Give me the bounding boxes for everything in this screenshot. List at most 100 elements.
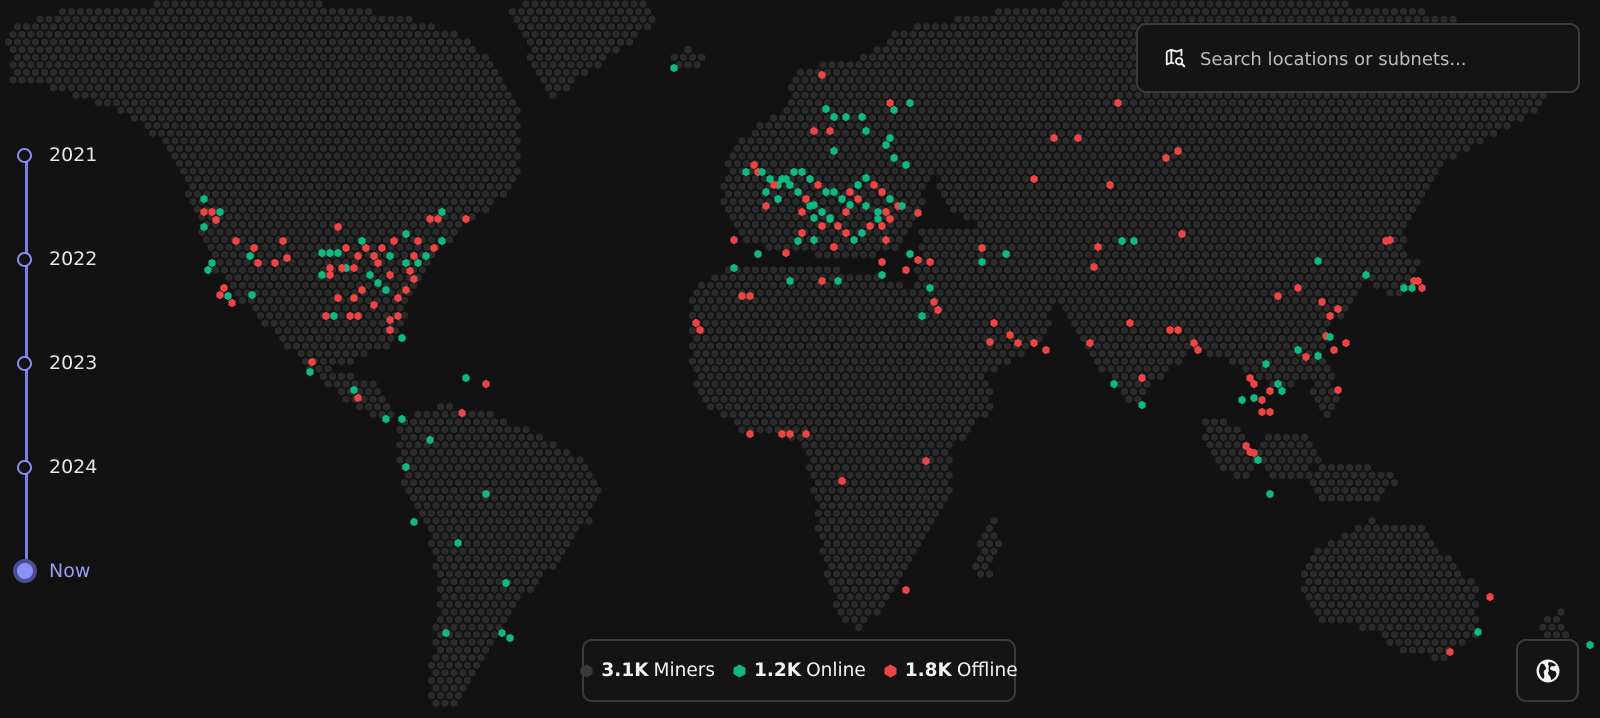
land-cell [257, 235, 264, 244]
land-cell [986, 311, 993, 320]
land-cell [1427, 98, 1434, 107]
land-cell [513, 136, 521, 145]
land-cell [374, 68, 381, 77]
land-cell [1013, 235, 1020, 244]
land-cell [180, 152, 188, 160]
land-cell [851, 311, 858, 320]
land-cell [1094, 7, 1101, 16]
land-cell [1251, 243, 1259, 252]
land-cell [351, 45, 359, 54]
land-cell [342, 45, 350, 54]
land-cell [347, 174, 354, 183]
land-cell [1139, 326, 1146, 335]
land-cell [1179, 319, 1187, 328]
land-cell [185, 159, 192, 168]
land-cell [1215, 273, 1223, 282]
land-cell [423, 197, 431, 206]
land-cell [1107, 30, 1115, 39]
land-cell [149, 98, 156, 107]
land-cell [338, 281, 345, 290]
land-cell [288, 273, 296, 282]
land-cell [783, 319, 791, 328]
land-cell [729, 288, 737, 297]
land-cell [995, 114, 1002, 122]
land-cell [378, 167, 386, 176]
land-cell [788, 190, 795, 198]
land-cell [1211, 266, 1218, 274]
land-cell [765, 167, 773, 176]
land-cell [1008, 106, 1016, 115]
land-cell [410, 53, 417, 62]
land-cell [1373, 250, 1380, 259]
land-cell [1188, 167, 1196, 176]
land-cell [815, 159, 822, 168]
land-cell [1112, 38, 1119, 46]
land-cell [315, 60, 323, 69]
land-cell [446, 38, 453, 46]
land-cell [1229, 281, 1236, 290]
land-cell [279, 319, 287, 328]
land-cell [482, 68, 489, 77]
land-cell [509, 174, 516, 183]
land-cell [1278, 197, 1286, 206]
land-cell [986, 68, 993, 77]
land-cell [423, 136, 431, 145]
land-cell [864, 152, 872, 160]
land-cell [1206, 182, 1214, 191]
land-cell [342, 288, 350, 297]
land-cell [1067, 98, 1074, 107]
land-cell [932, 38, 939, 46]
land-cell [563, 22, 570, 31]
land-cell [743, 266, 750, 274]
world-map-canvas[interactable] [0, 0, 1600, 718]
land-cell [477, 182, 485, 191]
land-cell [203, 53, 210, 62]
land-cell [396, 319, 404, 328]
land-cell [414, 91, 422, 100]
land-cell [725, 159, 732, 168]
land-cell [1467, 106, 1475, 115]
land-cell [1283, 7, 1290, 16]
land-cell [1125, 15, 1133, 24]
land-cell [315, 334, 323, 343]
land-cell [707, 326, 714, 335]
land-cell [279, 136, 287, 145]
land-cell [936, 334, 944, 343]
land-cell [1125, 60, 1133, 69]
land-cell [225, 76, 233, 84]
land-cell [297, 45, 305, 54]
land-cell [297, 0, 305, 8]
land-cell [315, 258, 323, 267]
land-cell [320, 159, 327, 168]
land-cell [419, 159, 426, 168]
land-cell [914, 190, 921, 198]
land-cell [441, 30, 449, 39]
land-cell [1382, 205, 1389, 214]
land-cell [311, 53, 318, 62]
land-cell [279, 212, 287, 221]
land-cell [1197, 136, 1205, 145]
land-cell [351, 76, 359, 84]
land-cell [729, 182, 737, 191]
land-cell [1031, 114, 1038, 122]
land-cell [369, 91, 377, 100]
land-cell [1400, 250, 1407, 259]
land-cell [185, 190, 192, 198]
land-cell [882, 334, 890, 343]
land-cell [288, 15, 296, 24]
land-cell [639, 0, 647, 8]
land-cell [1296, 167, 1304, 176]
land-cell [473, 205, 480, 214]
land-cell [972, 45, 980, 54]
land-cell [207, 30, 215, 39]
land-cell [1080, 182, 1088, 191]
world-hex-map[interactable] [0, 0, 1600, 718]
land-cell [815, 250, 822, 259]
land-cell [1175, 296, 1182, 305]
land-cell [851, 250, 858, 259]
land-cell [252, 106, 260, 115]
land-cell [945, 45, 953, 54]
land-cell [1305, 152, 1313, 160]
land-cell [995, 281, 1002, 290]
land-cell [990, 91, 998, 100]
